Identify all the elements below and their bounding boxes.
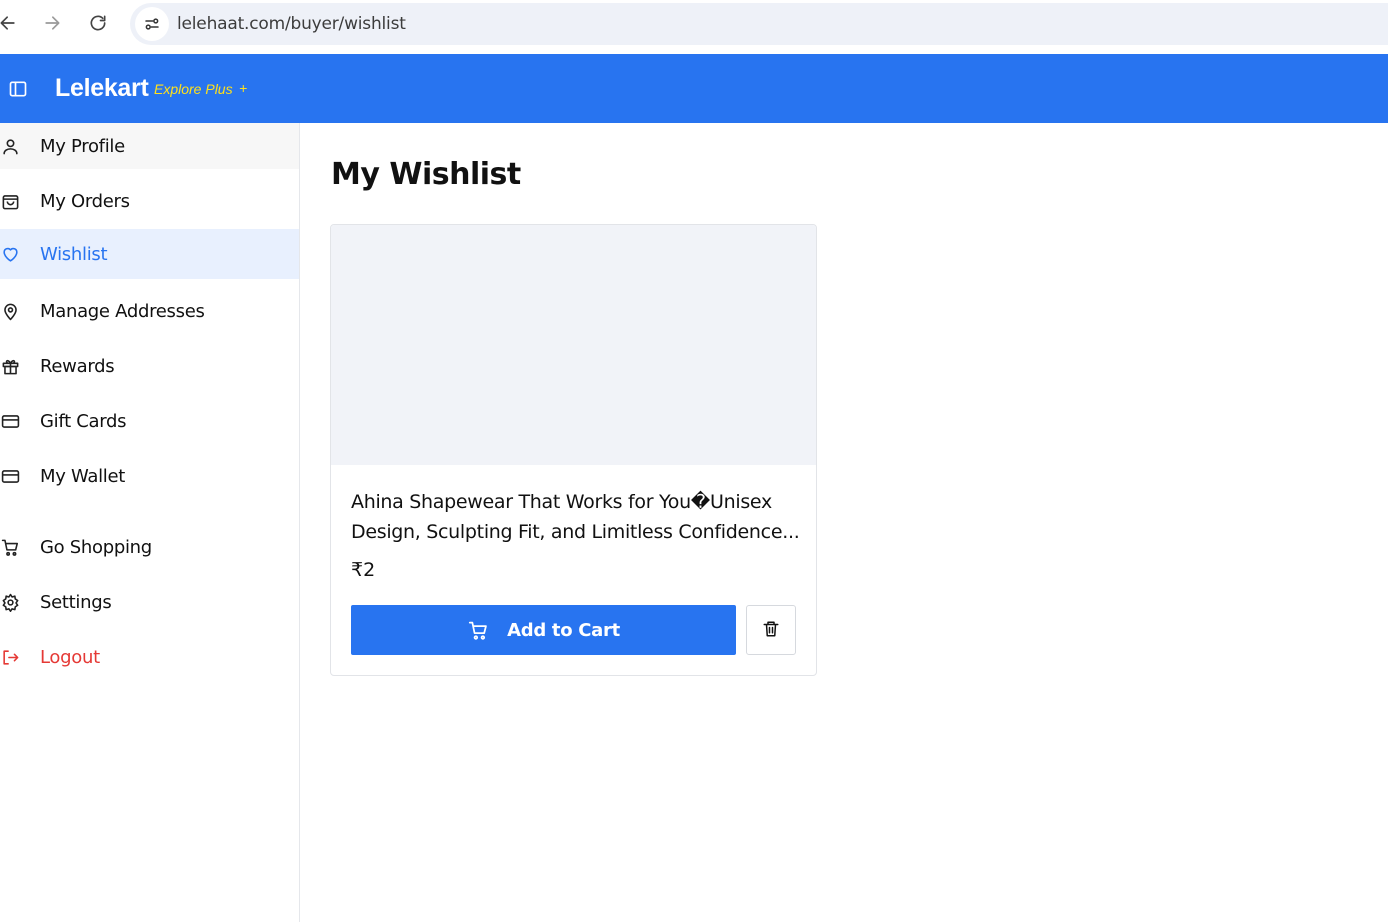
- sidebar-item-label: Manage Addresses: [40, 300, 205, 322]
- app-header: Lelekart Explore Plus +: [0, 54, 1388, 123]
- sidebar-item-gift-cards[interactable]: Gift Cards: [0, 398, 299, 444]
- logout-icon: [0, 647, 20, 667]
- product-image[interactable]: [331, 225, 816, 465]
- sidebar-item-settings[interactable]: Settings: [0, 579, 299, 625]
- gift-icon: [0, 356, 20, 376]
- brand-plus: +: [239, 80, 248, 96]
- brand-tagline[interactable]: Explore Plus: [154, 81, 233, 97]
- cart-icon: [467, 619, 489, 641]
- sidebar-item-manage-addresses[interactable]: Manage Addresses: [0, 288, 299, 334]
- sidebar-item-wishlist[interactable]: Wishlist: [0, 229, 299, 279]
- product-name[interactable]: Ahina Shapewear That Works for You�Unise…: [351, 487, 801, 547]
- heart-icon: [0, 244, 20, 264]
- sidebar-item-my-profile[interactable]: My Profile: [0, 123, 299, 169]
- sidebar-item-go-shopping[interactable]: Go Shopping: [0, 524, 299, 570]
- sidebar-toggle-icon[interactable]: [7, 78, 29, 100]
- sidebar-item-label: Settings: [40, 591, 112, 613]
- add-to-cart-label: Add to Cart: [507, 619, 620, 641]
- sidebar-item-my-orders[interactable]: My Orders: [0, 178, 299, 224]
- trash-icon: [762, 620, 780, 641]
- sidebar-item-label: Rewards: [40, 355, 115, 377]
- sidebar-item-label: My Wallet: [40, 465, 126, 487]
- address-bar[interactable]: lelehaat.com/buyer/wishlist: [130, 3, 1388, 45]
- reload-icon[interactable]: [84, 9, 112, 37]
- sidebar: My Profile My Orders Wishlist Manage Add…: [0, 123, 300, 922]
- credit-card-icon: [0, 411, 20, 431]
- sidebar-item-label: My Profile: [40, 135, 125, 157]
- browser-toolbar: lelehaat.com/buyer/wishlist: [0, 0, 1388, 50]
- sidebar-item-my-wallet[interactable]: My Wallet: [0, 453, 299, 499]
- brand-logo[interactable]: Lelekart: [55, 74, 149, 103]
- map-pin-icon: [0, 301, 20, 321]
- forward-arrow-icon[interactable]: [38, 9, 66, 37]
- sidebar-item-label: My Orders: [40, 190, 130, 212]
- site-info-icon[interactable]: [135, 7, 169, 41]
- gear-icon: [0, 592, 20, 612]
- remove-from-wishlist-button[interactable]: [746, 605, 796, 655]
- add-to-cart-button[interactable]: Add to Cart: [351, 605, 736, 655]
- back-arrow-icon[interactable]: [0, 9, 22, 37]
- url-text[interactable]: lelehaat.com/buyer/wishlist: [177, 14, 406, 34]
- wishlist-product-card: Ahina Shapewear That Works for You�Unise…: [330, 224, 817, 676]
- sidebar-item-logout[interactable]: Logout: [0, 634, 299, 680]
- user-icon: [0, 136, 20, 156]
- page-title: My Wishlist: [331, 157, 521, 192]
- wallet-icon: [0, 466, 20, 486]
- sidebar-item-label: Gift Cards: [40, 410, 127, 432]
- product-price: ₹2: [351, 559, 376, 581]
- cart-icon: [0, 537, 20, 557]
- sidebar-item-label: Go Shopping: [40, 536, 152, 558]
- sidebar-item-rewards[interactable]: Rewards: [0, 343, 299, 389]
- sidebar-item-label: Wishlist: [40, 243, 108, 265]
- sidebar-item-label: Logout: [40, 646, 100, 668]
- shopping-bag-icon: [0, 191, 20, 211]
